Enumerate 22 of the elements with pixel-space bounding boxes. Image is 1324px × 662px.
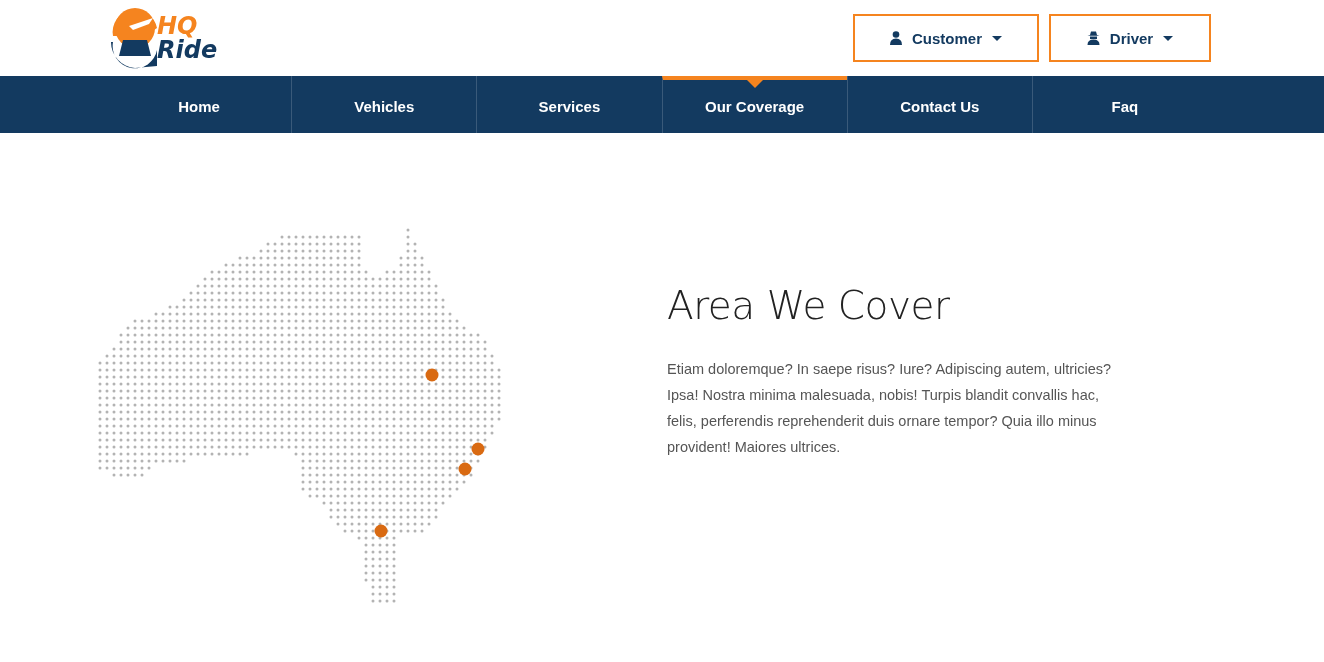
nav-tab[interactable]: Home (107, 76, 292, 133)
spy-icon (1086, 31, 1100, 45)
nav-tab[interactable]: Vehicles (291, 76, 477, 133)
nav-tab[interactable]: Services (476, 76, 662, 133)
section-paragraph: Etiam doloremque? In saepe risus? Iure? Adipiscing autem, ultricies? Ipsa! Nostra minima malesuada, nobis! Turpis blandit convallis hac, felis, perferendis reprehenderit duis ornare tempor? Quia illo minus provident! Maiores ultrices. (667, 360, 1113, 457)
nav-tab[interactable]: Our Coverage (661, 76, 847, 133)
logo[interactable]: HQ Ride (107, 2, 218, 74)
location-pin-icon (425, 368, 439, 382)
caret-icon (1163, 35, 1174, 41)
logo-text: HQ (157, 14, 198, 38)
location-pin-icon (374, 524, 388, 538)
section-heading: Area We Cover (667, 283, 951, 328)
caret-icon (992, 35, 1002, 41)
logo-text: Ride (157, 38, 218, 62)
nav-tab[interactable]: Faq (1031, 76, 1218, 133)
account-dropdown-button[interactable]: Driver (1049, 14, 1211, 62)
location-pin-icon (471, 442, 485, 456)
account-dropdown-button[interactable]: Customer (853, 14, 1039, 62)
user-icon (890, 31, 902, 45)
nav-tab[interactable]: Contact Us (846, 76, 1032, 133)
pointer-icon (746, 80, 763, 88)
location-pin-icon (458, 462, 472, 476)
